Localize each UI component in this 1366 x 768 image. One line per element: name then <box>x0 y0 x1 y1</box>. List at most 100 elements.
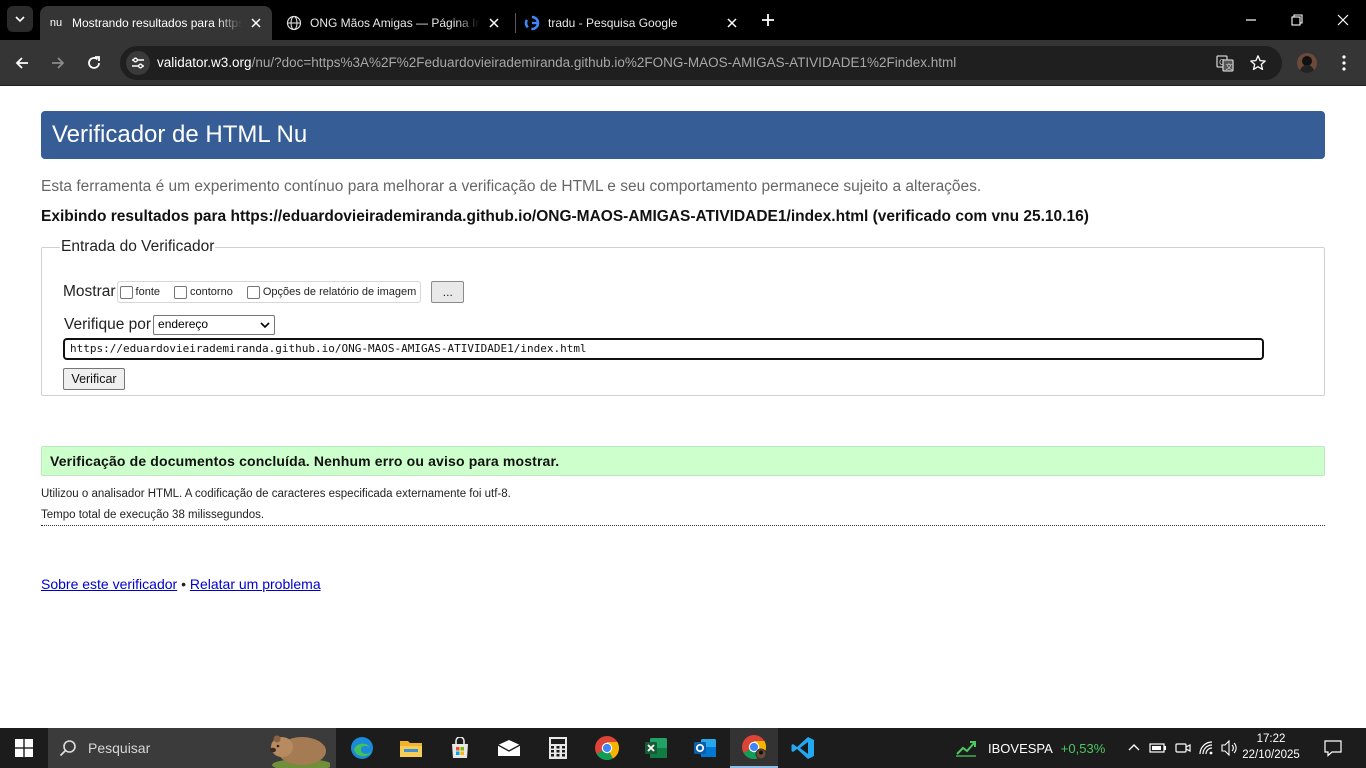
checker-legend: Entrada do Verificador <box>61 238 215 255</box>
reload-button[interactable] <box>80 49 108 77</box>
site-info-button[interactable] <box>126 51 150 75</box>
tab-google[interactable]: tradu - Pesquisa Google <box>516 6 748 40</box>
mail-icon[interactable] <box>485 728 533 768</box>
option-image-report[interactable]: Opções de relatório de imagem <box>246 285 416 299</box>
new-tab-button[interactable] <box>758 10 778 30</box>
globe-icon <box>286 15 302 31</box>
about-link[interactable]: Sobre este verificador <box>41 576 177 592</box>
chevron-down-icon <box>260 322 270 329</box>
footer-separator: • <box>181 576 186 592</box>
system-clock[interactable]: 17:22 22/10/2025 <box>1238 731 1304 763</box>
tune-icon <box>132 57 144 69</box>
plus-icon <box>762 14 774 26</box>
notification-icon <box>1324 740 1342 757</box>
arrow-left-icon <box>15 57 28 69</box>
search-icon <box>48 739 88 757</box>
url-host: validator.w3.org <box>157 55 252 70</box>
chrome-icon[interactable] <box>583 728 631 768</box>
tab-ong[interactable]: ONG Mãos Amigas — Página Inicial <box>278 6 510 40</box>
chevron-down-icon <box>15 16 25 23</box>
windows-taskbar: Pesquisar IBOVESPA +0,53% 17:22 22/10/20… <box>0 728 1366 768</box>
check-by-row: Verifique por endereço <box>64 315 276 335</box>
tab-title: Mostrando resultados para https://eduard… <box>72 16 242 30</box>
minimize-icon <box>1246 19 1256 21</box>
battery-icon[interactable] <box>1148 738 1168 758</box>
vscode-icon[interactable] <box>779 728 827 768</box>
meet-now-icon[interactable] <box>1173 738 1193 758</box>
option-outline[interactable]: contorno <box>174 285 233 299</box>
taskbar-search[interactable]: Pesquisar <box>48 728 336 768</box>
page-content: Verificador de HTML Nu Esta ferramenta é… <box>0 87 1366 728</box>
start-button[interactable] <box>0 728 48 768</box>
page-title: Verificador de HTML Nu <box>41 111 1325 159</box>
more-options-button[interactable]: ... <box>431 281 465 303</box>
details-text: Utilizou o analisador HTML. A codificaçã… <box>41 484 511 526</box>
edge-icon[interactable] <box>338 728 386 768</box>
more-vertical-icon <box>1342 55 1346 71</box>
reload-icon <box>88 56 100 69</box>
bookmark-star-icon[interactable] <box>1248 53 1268 73</box>
stock-ticker[interactable]: IBOVESPA +0,53% <box>954 728 1105 768</box>
file-explorer-icon[interactable] <box>387 728 435 768</box>
tab-title: ONG Mãos Amigas — Página Inicial <box>310 16 480 30</box>
notification-center-button[interactable] <box>1322 737 1344 759</box>
url-text[interactable]: validator.w3.org/nu/?doc=https%3A%2F%2Fe… <box>157 55 956 70</box>
browser-tab-bar: nu Mostrando resultados para https://edu… <box>0 0 1366 40</box>
success-message: Verificação de documentos concluída. Nen… <box>41 446 1325 476</box>
arrow-right-icon <box>52 57 65 69</box>
back-button[interactable] <box>8 49 36 77</box>
volume-icon[interactable] <box>1220 738 1240 758</box>
restore-icon <box>1291 14 1303 26</box>
minimize-button[interactable] <box>1228 0 1274 40</box>
chrome-profile-icon[interactable] <box>730 728 778 768</box>
results-heading: Exibindo resultados para https://eduardo… <box>41 208 1089 225</box>
check-by-label: Verifique por <box>64 316 152 333</box>
clock-date: 22/10/2025 <box>1242 749 1300 761</box>
close-window-button[interactable] <box>1320 0 1366 40</box>
translate-icon[interactable]: G文 <box>1215 53 1235 73</box>
windows-logo-icon <box>15 739 33 757</box>
profile-avatar[interactable] <box>1297 53 1317 73</box>
excel-icon[interactable] <box>632 728 680 768</box>
tab-validator[interactable]: nu Mostrando resultados para https://edu… <box>40 6 272 40</box>
browser-menu-button[interactable] <box>1334 49 1354 77</box>
close-tab-icon[interactable] <box>486 15 502 31</box>
svg-text:文: 文 <box>1226 62 1233 71</box>
verify-button[interactable]: Verificar <box>63 368 125 390</box>
footer-links: Sobre este verificador • Relatar um prob… <box>41 576 321 592</box>
outlook-icon[interactable] <box>681 728 729 768</box>
store-icon[interactable] <box>436 728 484 768</box>
clock-time: 17:22 <box>1256 733 1286 745</box>
check-by-select[interactable]: endereço <box>153 315 276 335</box>
divider <box>41 525 1325 526</box>
checkbox[interactable] <box>246 285 260 299</box>
show-label: Mostrar <box>63 283 116 300</box>
check-by-selected: endereço <box>158 317 209 331</box>
option-source[interactable]: fonte <box>119 285 160 299</box>
google-icon <box>524 15 540 31</box>
report-problem-link[interactable]: Relatar um problema <box>190 576 321 592</box>
wombat-illustration-icon <box>270 735 330 768</box>
address-bar[interactable]: validator.w3.org/nu/?doc=https%3A%2F%2Fe… <box>120 46 1282 80</box>
chevron-up-icon[interactable] <box>1124 738 1144 758</box>
wifi-icon[interactable] <box>1197 738 1217 758</box>
forward-button[interactable] <box>44 49 72 77</box>
checker-input-fieldset: Entrada do Verificador Mostrar fonte con… <box>41 238 1325 396</box>
calculator-icon[interactable] <box>534 728 582 768</box>
intro-text: Esta ferramenta é um experimento contínu… <box>41 178 982 195</box>
checkbox[interactable] <box>119 285 133 299</box>
chart-up-icon <box>956 741 976 757</box>
restore-button[interactable] <box>1274 0 1320 40</box>
show-options-group: fonte contorno Opções de relatório de im… <box>116 281 422 303</box>
tab-search-button[interactable] <box>7 6 33 32</box>
parser-info: Utilizou o analisador HTML. A codificaçã… <box>41 488 511 500</box>
close-tab-icon[interactable] <box>248 15 264 31</box>
nu-favicon-icon: nu <box>49 17 63 29</box>
show-options-row: Mostrar fonte contorno Opções de relatór… <box>63 281 465 303</box>
close-tab-icon[interactable] <box>724 15 740 31</box>
checkbox[interactable] <box>174 285 188 299</box>
document-url-input[interactable]: https://eduardovieirademiranda.github.io… <box>63 338 1264 360</box>
ticker-name: IBOVESPA <box>988 740 1053 756</box>
execution-time: Tempo total de execução 38 milissegundos… <box>41 509 265 521</box>
browser-toolbar: validator.w3.org/nu/?doc=https%3A%2F%2Fe… <box>0 40 1366 86</box>
